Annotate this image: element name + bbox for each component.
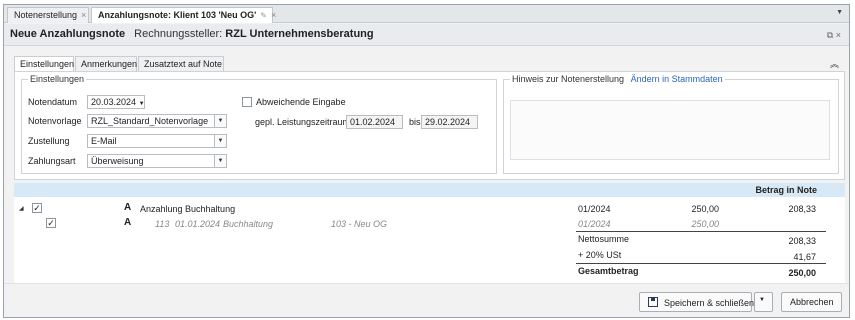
row-client: 103 - Neu OG [331, 219, 388, 229]
tab-einstellungen[interactable]: Einstellungen [14, 56, 74, 72]
netto-value: 208,33 [788, 236, 816, 246]
leistung-bis-field[interactable]: 29.02.2024 [421, 115, 478, 129]
tab-notenerstellung[interactable]: Notenerstellung × [7, 7, 89, 23]
chevron-down-icon[interactable]: ▼ [214, 155, 226, 167]
betrag-header: Betrag in Note [755, 185, 817, 195]
settings-legend: Einstellungen [30, 74, 85, 84]
pencil-icon: ✎ [260, 11, 267, 20]
hint-legend: Hinweis zur Notenerstellung Ändern in St… [510, 74, 725, 84]
row-note-amount: 208,33 [788, 204, 816, 214]
row-period: 01/2024 [578, 219, 611, 229]
document-tabbar: Notenerstellung × Anzahlungsnote: Klient … [4, 5, 849, 23]
popout-icon[interactable]: ⧉ [827, 30, 833, 40]
chevrons-up-icon[interactable]: ︽ [830, 57, 839, 70]
issuer-name: RZL Unternehmensberatung [225, 28, 374, 40]
footer-bar: Speichern & schließen ▼ Abbrechen [4, 283, 849, 317]
divider [576, 263, 826, 264]
notendatum-value: 20.03.2024 [91, 97, 137, 107]
notenvorlage-value: RZL_Standard_Notenvorlage [91, 116, 209, 126]
netto-label: Nettosumme [578, 234, 630, 244]
items-table: Betrag in Note ◢ ✓ A Anzahlung Buchhaltu… [14, 183, 845, 286]
row-amount: 250,00 [691, 219, 719, 229]
save-close-button[interactable]: Speichern & schließen [639, 292, 755, 312]
tab-label: Anzahlungsnote: Klient 103 'Neu OG' [98, 10, 257, 20]
tab-anzahlungsnote[interactable]: Anzahlungsnote: Klient 103 'Neu OG' ✎ × [91, 7, 276, 23]
close-icon[interactable]: × [271, 10, 276, 20]
stammdaten-link[interactable]: Ändern in Stammdaten [631, 74, 723, 84]
hint-group: Hinweis zur Notenerstellung Ändern in St… [503, 74, 839, 174]
row-checkbox[interactable]: ✓ [46, 218, 56, 228]
leistungszeitraum-label: gepl. Leistungszeitraum [255, 117, 351, 127]
notenvorlage-label: Notenvorlage [28, 116, 82, 126]
row-checkbox[interactable]: ✓ [32, 203, 42, 213]
row-desc: Buchhaltung [223, 219, 274, 229]
save-close-label: Speichern & schließen [664, 298, 755, 308]
abweichende-label: Abweichende Eingabe [256, 97, 346, 107]
type-badge: A [124, 202, 132, 213]
tab-anmerkungen[interactable]: Anmerkungen [75, 56, 137, 72]
row-amount: 250,00 [691, 204, 719, 214]
page-title: Neue Anzahlungsnote [10, 28, 126, 40]
zustellung-value: E-Mail [91, 136, 117, 146]
ust-value: 41,67 [793, 252, 816, 262]
notendatum-label: Notendatum [28, 97, 78, 107]
abweichende-checkbox[interactable] [242, 97, 252, 107]
zahlungsart-select[interactable]: Überweisung ▼ [87, 154, 227, 168]
chevron-down-icon: ▼ [759, 297, 765, 303]
save-options-dropdown[interactable]: ▼ [754, 292, 773, 312]
zustellung-select[interactable]: E-Mail ▼ [87, 134, 227, 148]
row-nr: 113 [155, 219, 170, 229]
tab-zusatztext[interactable]: Zusatztext auf Note [138, 56, 224, 72]
leistung-von-field[interactable]: 01.02.2024 [346, 115, 403, 129]
tab-label: Notenerstellung [14, 10, 78, 20]
hint-label: Hinweis zur Notenerstellung [512, 74, 625, 84]
row-date: 01.01.2024 [175, 219, 221, 229]
tab-list-chevron-icon[interactable]: ▼ [836, 9, 843, 16]
settings-panel: Einstellungen Notendatum 20.03.2024 ▼ No… [14, 71, 845, 180]
hint-textarea[interactable] [510, 100, 830, 160]
type-badge: A [124, 217, 132, 228]
divider [576, 231, 826, 232]
chevron-down-icon[interactable]: ▼ [214, 115, 226, 127]
table-header: Betrag in Note [14, 183, 845, 197]
chevron-down-icon[interactable]: ▼ [214, 135, 226, 147]
close-icon[interactable]: × [81, 10, 86, 20]
issuer-label: Rechnungssteller: [134, 28, 223, 40]
notendatum-field[interactable]: 20.03.2024 ▼ [87, 95, 145, 109]
row-text: Anzahlung Buchhaltung [140, 204, 236, 214]
zustellung-label: Zustellung [28, 136, 70, 146]
save-icon [648, 297, 658, 307]
collapse-triangle-icon[interactable]: ◢ [19, 205, 24, 212]
zahlungsart-label: Zahlungsart [28, 156, 76, 166]
gesamt-label: Gesamtbetrag [578, 266, 639, 276]
cancel-button[interactable]: Abbrechen [781, 292, 842, 312]
row-period: 01/2024 [578, 204, 611, 214]
zahlungsart-value: Überweisung [91, 156, 144, 166]
chevron-down-icon[interactable]: ▼ [139, 101, 144, 107]
close-icon[interactable]: × [836, 30, 841, 40]
page-title-bar: Neue Anzahlungsnote Rechnungssteller: RZ… [4, 24, 849, 46]
window: Notenerstellung × Anzahlungsnote: Klient … [3, 4, 850, 318]
ust-label: + 20% USt [578, 250, 622, 260]
notenvorlage-select[interactable]: RZL_Standard_Notenvorlage ▼ [87, 114, 227, 128]
bis-label: bis [409, 117, 421, 127]
gesamt-value: 250,00 [788, 268, 816, 278]
